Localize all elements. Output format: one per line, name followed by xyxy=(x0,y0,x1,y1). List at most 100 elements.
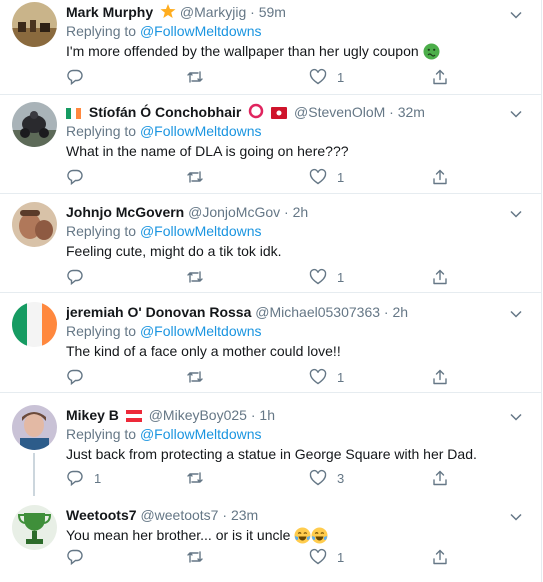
separator-dot: · xyxy=(250,4,255,20)
avatar[interactable] xyxy=(12,302,57,347)
retweet-button[interactable] xyxy=(186,547,214,567)
tweet[interactable]: Mark Murphy @Markyjig · 59m Replying to … xyxy=(0,0,541,95)
replying-to-link[interactable]: @FollowMeltdowns xyxy=(140,323,262,339)
heart-icon xyxy=(309,68,327,85)
retweet-button[interactable] xyxy=(186,167,214,187)
tweet-text: The kind of a face only a mother could l… xyxy=(66,343,341,359)
display-name[interactable]: jeremiah O' Donovan Rossa xyxy=(66,304,251,320)
share-icon xyxy=(433,369,447,385)
tweet[interactable]: jeremiah O' Donovan Rossa @Michael053073… xyxy=(0,293,541,393)
like-button[interactable]: 1 xyxy=(309,547,344,567)
share-button[interactable] xyxy=(431,547,449,567)
tweet-text: You mean her brother... or is it uncle xyxy=(66,525,507,549)
like-button[interactable]: 1 xyxy=(309,267,344,287)
replying-to-link[interactable]: @FollowMeltdowns xyxy=(140,223,262,239)
heart-icon xyxy=(309,368,327,385)
tweet-text-content: You mean her brother... or is it uncle xyxy=(66,527,291,543)
tweet-menu-button[interactable] xyxy=(509,307,523,321)
avatar[interactable] xyxy=(12,102,57,147)
replying-to-link[interactable]: @FollowMeltdowns xyxy=(140,123,262,139)
reply-button[interactable] xyxy=(66,267,94,287)
share-icon xyxy=(433,549,447,565)
replying-to-link[interactable]: @FollowMeltdowns xyxy=(140,426,262,442)
timestamp[interactable]: 59m xyxy=(259,4,286,20)
tweet-header: Weetoots7 @weetoots7 · 23m xyxy=(66,505,507,525)
reply-feed: Mark Murphy @Markyjig · 59m Replying to … xyxy=(0,0,542,582)
share-button[interactable] xyxy=(431,468,449,488)
timestamp[interactable]: 23m xyxy=(231,507,258,523)
share-button[interactable] xyxy=(431,367,449,387)
user-handle[interactable]: @Michael05307363 xyxy=(255,304,380,320)
user-handle[interactable]: @weetoots7 xyxy=(140,507,218,523)
retweet-button[interactable] xyxy=(186,267,214,287)
tweet-menu-button[interactable] xyxy=(509,410,523,424)
user-handle[interactable]: @MikeyBoy025 xyxy=(149,407,247,423)
share-icon xyxy=(433,269,447,285)
display-name[interactable]: Mikey B xyxy=(66,407,119,423)
display-name[interactable]: Weetoots7 xyxy=(66,507,137,523)
reply-button[interactable] xyxy=(66,367,94,387)
tweet[interactable]: Stíofán Ó Conchobhair @StevenOloM · 32m … xyxy=(0,95,541,194)
share-button[interactable] xyxy=(431,167,449,187)
replying-to-label: Replying to xyxy=(66,23,137,39)
tweet-header: Johnjo McGovern @JonjoMcGov · 2h xyxy=(66,202,507,222)
tweet[interactable]: Mikey B @MikeyBoy025 · 1h Replying to @F… xyxy=(0,393,541,496)
like-button[interactable]: 1 xyxy=(309,67,344,87)
display-name[interactable]: Stíofán Ó Conchobhair xyxy=(89,104,241,120)
chevron-down-icon xyxy=(510,210,522,218)
timestamp[interactable]: 2h xyxy=(392,304,408,320)
like-button[interactable]: 3 xyxy=(309,468,344,488)
chevron-down-icon xyxy=(510,110,522,118)
tweet[interactable]: Johnjo McGovern @JonjoMcGov · 2h Replyin… xyxy=(0,194,541,293)
avatar[interactable] xyxy=(12,405,57,450)
share-button[interactable] xyxy=(431,267,449,287)
chevron-down-icon xyxy=(510,513,522,521)
avatar[interactable] xyxy=(12,202,57,247)
timestamp[interactable]: 2h xyxy=(293,204,309,220)
thread-connector xyxy=(33,453,35,496)
separator-dot: · xyxy=(222,507,228,523)
like-button[interactable]: 1 xyxy=(309,367,344,387)
replying-to: Replying to @FollowMeltdowns xyxy=(66,122,507,141)
tweet-menu-button[interactable] xyxy=(509,107,523,121)
replying-to-label: Replying to xyxy=(66,426,137,442)
reply-count: 1 xyxy=(94,470,102,486)
reply-icon xyxy=(67,549,83,566)
tweet[interactable]: Weetoots7 @weetoots7 · 23m You mean her … xyxy=(0,496,541,582)
replying-to-label: Replying to xyxy=(66,323,137,339)
like-button[interactable]: 1 xyxy=(309,167,344,187)
display-name[interactable]: Johnjo McGovern xyxy=(66,204,184,220)
tweet-menu-button[interactable] xyxy=(509,8,523,22)
flag-icon xyxy=(271,104,288,122)
tweet-menu-button[interactable] xyxy=(509,510,523,524)
retweet-button[interactable] xyxy=(186,67,214,87)
replying-to-link[interactable]: @FollowMeltdowns xyxy=(140,23,262,39)
reply-icon xyxy=(67,470,83,487)
user-handle[interactable]: @Markyjig xyxy=(180,4,246,20)
red-circle-icon xyxy=(248,103,264,122)
share-button[interactable] xyxy=(431,67,449,87)
tweet-header: jeremiah O' Donovan Rossa @Michael053073… xyxy=(66,302,507,322)
tweet-menu-button[interactable] xyxy=(509,207,523,221)
retweet-icon xyxy=(187,71,203,83)
timestamp[interactable]: 1h xyxy=(259,407,275,423)
timestamp[interactable]: 32m xyxy=(398,104,425,120)
reply-button[interactable] xyxy=(66,547,94,567)
like-count: 1 xyxy=(337,69,345,85)
separator-dot: · xyxy=(250,407,256,423)
avatar[interactable] xyxy=(12,2,57,47)
avatar[interactable] xyxy=(12,505,57,550)
tweet-text-content: I'm more offended by the wallpaper than … xyxy=(66,43,419,59)
reply-icon xyxy=(67,169,83,186)
retweet-button[interactable] xyxy=(186,367,214,387)
tweet-header: Stíofán Ó Conchobhair @StevenOloM · 32m xyxy=(66,102,507,122)
retweet-button[interactable] xyxy=(186,468,214,488)
reply-button[interactable] xyxy=(66,67,94,87)
reply-button[interactable] xyxy=(66,167,94,187)
user-handle[interactable]: @StevenOloM xyxy=(294,104,385,120)
user-handle[interactable]: @JonjoMcGov xyxy=(188,204,280,220)
retweet-icon xyxy=(187,371,203,383)
display-name[interactable]: Mark Murphy xyxy=(66,4,153,20)
replying-to: Replying to @FollowMeltdowns xyxy=(66,222,507,241)
reply-button[interactable]: 1 xyxy=(66,468,101,488)
